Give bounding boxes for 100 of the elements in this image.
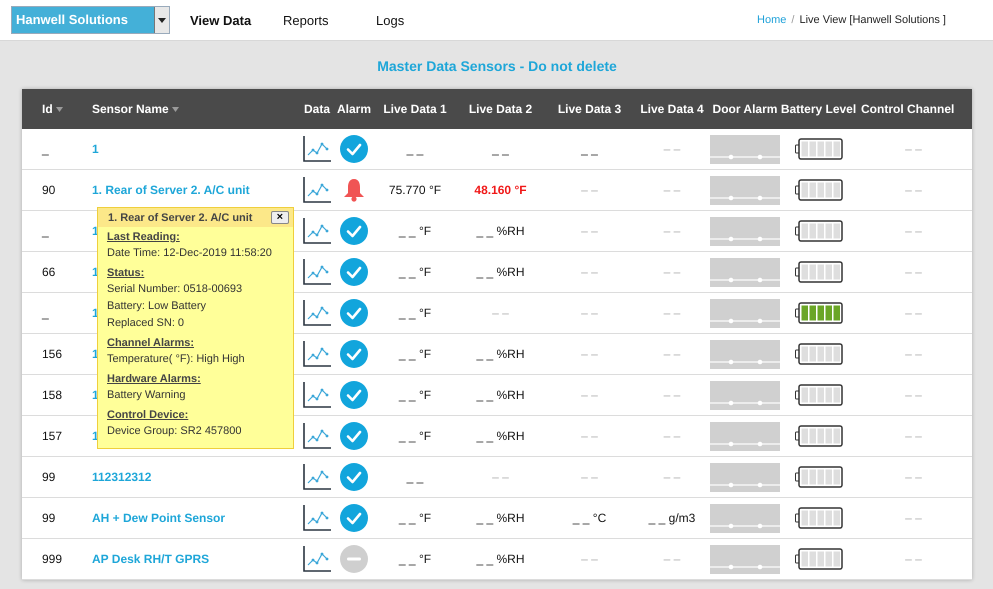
- id-cell: 999: [42, 552, 62, 566]
- check-circle-icon: [340, 381, 368, 409]
- id-cell: _: [42, 224, 49, 238]
- live-data-cell: – –: [581, 306, 598, 320]
- control-channel-cell: – –: [905, 429, 922, 443]
- live-data-cell: _ _ %RH: [476, 224, 525, 238]
- sort-icon[interactable]: [172, 106, 179, 112]
- nav-link[interactable]: View Data: [190, 12, 283, 28]
- live-data-cell: _ _ %RH: [476, 265, 525, 279]
- live-data-cell: _ _ °F: [398, 511, 432, 525]
- id-cell: 158: [42, 388, 62, 402]
- live-data-cell: _ _: [406, 470, 424, 484]
- live-data-cell: _ _ °F: [398, 388, 432, 402]
- line-chart-icon[interactable]: [303, 505, 331, 531]
- column-header: Battery Level: [780, 102, 856, 116]
- tooltip-heading: Last Reading:: [107, 230, 181, 245]
- live-data-cell: _ _ %RH: [476, 552, 525, 566]
- sensor-name-link[interactable]: 1. Rear of Server 2. A/C unit: [92, 183, 250, 197]
- sort-icon[interactable]: [56, 106, 63, 112]
- tooltip-text: Temperature( °F): High High: [107, 352, 246, 367]
- check-circle-icon: [340, 258, 368, 286]
- live-data-cell: _ _ °F: [398, 347, 432, 361]
- tooltip-text: Replaced SN: 0: [107, 316, 186, 331]
- column-header: Data: [304, 102, 330, 116]
- door-slider-drawing: [710, 340, 780, 368]
- column-header: Live Data 4: [640, 102, 704, 116]
- line-chart-icon[interactable]: [303, 546, 331, 572]
- control-channel-cell: – –: [905, 265, 922, 279]
- live-data-cell: – –: [581, 347, 598, 361]
- check-circle-icon: [340, 504, 368, 532]
- close-button[interactable]: ×: [270, 211, 289, 224]
- door-slider-drawing: [710, 380, 780, 410]
- id-cell: 157: [42, 429, 62, 443]
- id-cell: 90: [42, 183, 56, 197]
- sensor-name-link[interactable]: 1: [92, 142, 99, 156]
- door-slider-drawing: [710, 134, 780, 164]
- breadcrumb-separator: /: [791, 14, 794, 26]
- nav-link[interactable]: Logs: [376, 12, 469, 28]
- live-data-cell: _ _ °F: [398, 224, 432, 238]
- tooltip-text: Serial Number: 0518-00693: [107, 282, 244, 297]
- id-cell: 156: [42, 347, 62, 361]
- id-cell: _: [42, 306, 49, 320]
- line-chart-icon[interactable]: [303, 423, 331, 449]
- live-data-cell: _ _: [492, 142, 509, 156]
- live-data-cell: – –: [664, 552, 680, 566]
- live-data-cell: – –: [581, 470, 598, 484]
- live-data-cell: _ _ %RH: [476, 388, 525, 402]
- live-data-cell: 75.770 °F: [388, 183, 442, 197]
- line-chart-icon[interactable]: [303, 382, 331, 408]
- control-channel-cell: – –: [905, 388, 922, 402]
- live-data-cell: – –: [581, 429, 598, 443]
- live-data-cell: – –: [581, 265, 598, 279]
- door-slider-drawing: [710, 216, 780, 246]
- check-circle-icon: [340, 217, 368, 245]
- minus-circle-icon: [340, 545, 368, 573]
- control-channel-cell: – –: [905, 142, 922, 156]
- tooltip-heading: Control Device:: [107, 408, 190, 423]
- live-data-cell: – –: [492, 470, 509, 484]
- door-slider-drawing: [710, 176, 780, 204]
- bell-icon: [343, 178, 365, 202]
- tooltip-heading: Status:: [107, 266, 146, 281]
- line-chart-icon[interactable]: [303, 341, 331, 367]
- control-channel-cell: – –: [905, 511, 922, 525]
- line-chart-icon[interactable]: [303, 259, 331, 285]
- id-cell: _: [42, 142, 49, 156]
- tooltip-text: Battery Warning: [107, 388, 186, 403]
- live-data-cell: _ _ g/m3: [648, 511, 696, 525]
- check-circle-icon: [340, 422, 368, 450]
- nav-link[interactable]: Reports: [283, 12, 376, 28]
- line-chart-icon[interactable]: [303, 464, 331, 490]
- tooltip-text: Battery: Low Battery: [107, 299, 208, 314]
- column-header: Live Data 1: [383, 102, 447, 116]
- control-channel-cell: – –: [905, 470, 922, 484]
- live-data-cell: _ _ %RH: [476, 511, 525, 525]
- caret-icon: [158, 18, 166, 22]
- breadcrumb-link[interactable]: Home: [757, 14, 786, 26]
- sensor-name-link[interactable]: 112312312: [92, 470, 152, 484]
- control-channel-cell: – –: [905, 552, 922, 566]
- line-chart-icon[interactable]: [303, 136, 331, 162]
- check-circle-icon: [340, 135, 368, 163]
- sensor-name-link[interactable]: AH + Dew Point Sensor: [92, 511, 226, 525]
- live-data-cell: – –: [581, 183, 598, 197]
- column-header: Sensor Name: [92, 102, 169, 116]
- company-select[interactable]: Hanwell Solutions: [11, 6, 170, 34]
- live-data-cell: – –: [664, 470, 680, 484]
- tooltip-text: Device Group: SR2 457800: [107, 424, 243, 439]
- control-channel-cell: – –: [905, 183, 922, 197]
- line-chart-icon[interactable]: [303, 177, 331, 203]
- column-header: Door Alarm: [712, 102, 778, 116]
- control-channel-cell: – –: [905, 347, 922, 361]
- live-data-cell: – –: [664, 388, 680, 402]
- line-chart-icon[interactable]: [303, 218, 331, 244]
- live-data-cell: – –: [581, 388, 598, 402]
- live-data-cell: _ _ %RH: [476, 347, 525, 361]
- door-slider-drawing: [710, 462, 780, 492]
- column-header: Control Channel: [861, 102, 954, 116]
- sensor-name-link[interactable]: AP Desk RH/T GPRS: [92, 552, 210, 566]
- live-data-cell: – –: [664, 306, 680, 320]
- live-data-cell: _ _ %RH: [476, 429, 525, 443]
- line-chart-icon[interactable]: [303, 300, 331, 326]
